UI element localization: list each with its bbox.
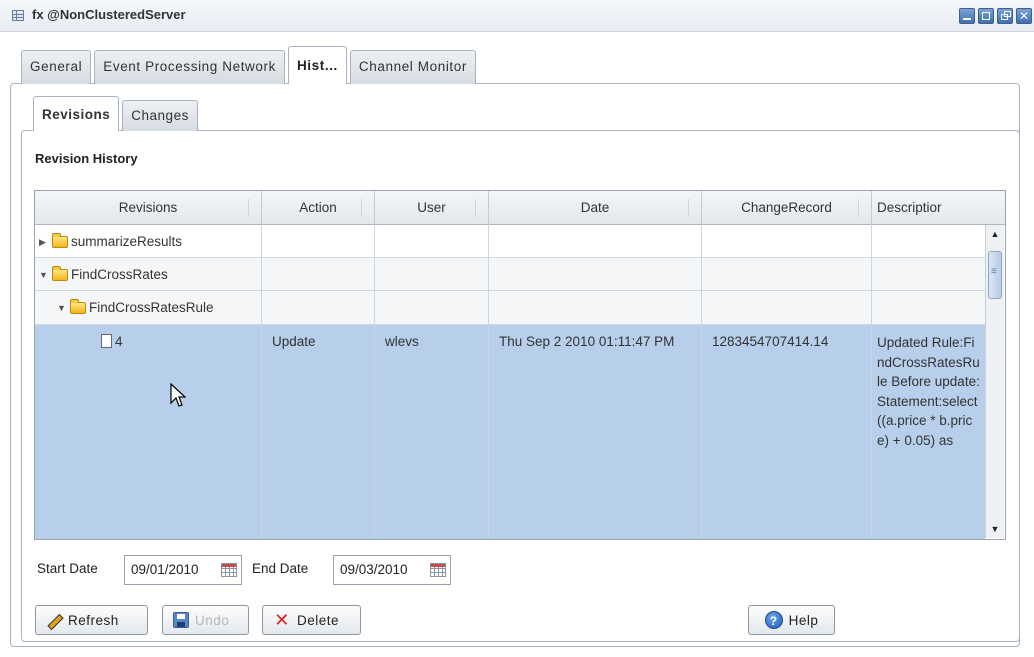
changerecord-cell: 1283454707414.14: [702, 325, 872, 539]
end-date-field[interactable]: 09/03/2010: [333, 555, 451, 585]
delete-button[interactable]: ✕ Delete: [262, 605, 361, 635]
start-date-label: Start Date: [37, 561, 98, 576]
expand-arrow-icon[interactable]: ▶: [39, 233, 49, 251]
table-row[interactable]: ▼ FindCrossRatesRule: [35, 291, 985, 325]
close-button[interactable]: ✕: [1016, 8, 1032, 24]
date-cell: Thu Sep 2 2010 01:11:47 PM: [489, 325, 702, 539]
folder-icon: [52, 265, 68, 281]
collapse-arrow-icon[interactable]: ▼: [39, 266, 49, 284]
grid-icon: [12, 10, 24, 21]
column-header-action[interactable]: Action: [262, 191, 375, 225]
calendar-icon[interactable]: [221, 563, 237, 577]
revision-name: 4: [115, 334, 123, 349]
inner-tab-bar: Revisions Changes: [33, 96, 198, 131]
tab-changes[interactable]: Changes: [122, 100, 198, 131]
window-titlebar: fx @NonClusteredServer ✕: [0, 0, 1034, 32]
action-cell: Update: [262, 325, 375, 539]
undo-button[interactable]: Undo: [162, 605, 249, 635]
tab-revisions[interactable]: Revisions: [33, 96, 120, 131]
column-header-changerecord[interactable]: ChangeRecord: [702, 191, 872, 225]
revision-name: FindCrossRatesRule: [89, 300, 214, 315]
start-date-field[interactable]: 09/01/2010: [124, 555, 242, 585]
mouse-cursor-icon: [170, 383, 186, 407]
column-header-date[interactable]: Date: [489, 191, 702, 225]
window-controls: ✕: [959, 8, 1032, 24]
column-header-description[interactable]: Descriptior: [872, 191, 1005, 225]
description-cell: Updated Rule:FindCrossRatesRule Before u…: [877, 335, 980, 448]
scroll-up-arrow-icon[interactable]: ▲: [987, 226, 1003, 242]
user-cell: wlevs: [375, 325, 489, 539]
end-date-label: End Date: [252, 561, 309, 576]
section-title: Revision History: [35, 151, 138, 166]
help-icon: ?: [764, 611, 783, 629]
restore-button[interactable]: [997, 8, 1013, 24]
refresh-button[interactable]: Refresh: [35, 605, 148, 635]
table-row[interactable]: ▼ FindCrossRates: [35, 258, 985, 291]
top-tab-bar: General Event Processing Network Hist...…: [21, 46, 476, 84]
vertical-scrollbar[interactable]: ▲ ▼: [985, 225, 1004, 538]
scrollbar-thumb[interactable]: [988, 251, 1002, 299]
revision-name: FindCrossRates: [71, 266, 168, 282]
revision-name: summarizeResults: [71, 233, 183, 249]
help-button[interactable]: ? Help: [748, 605, 835, 635]
collapse-arrow-icon[interactable]: ▼: [57, 299, 67, 317]
floppy-icon: [173, 612, 189, 628]
table-row[interactable]: ▶ summarizeResults: [35, 225, 985, 258]
calendar-icon[interactable]: [430, 563, 446, 577]
table-row-selected[interactable]: 4 Update wlevs Thu Sep 2 2010 01:11:47 P…: [35, 325, 985, 539]
revision-table: Revisions Action User Date ChangeRecord …: [34, 190, 1006, 540]
folder-icon: [52, 232, 68, 248]
tab-general[interactable]: General: [21, 50, 92, 84]
column-header-user[interactable]: User: [375, 191, 489, 225]
column-header-revisions[interactable]: Revisions: [35, 191, 262, 225]
x-icon: ✕: [274, 610, 290, 630]
tab-channel-monitor[interactable]: Channel Monitor: [349, 50, 476, 84]
pencil-icon: [46, 612, 62, 628]
document-icon: [101, 334, 112, 348]
table-header: Revisions Action User Date ChangeRecord …: [35, 191, 1005, 225]
tab-history[interactable]: Hist...: [287, 46, 347, 84]
window-title: fx @NonClusteredServer: [32, 7, 186, 22]
maximize-button[interactable]: [978, 8, 994, 24]
minimize-button[interactable]: [959, 8, 975, 24]
scroll-down-arrow-icon[interactable]: ▼: [987, 521, 1003, 537]
tab-event-processing-network[interactable]: Event Processing Network: [94, 50, 285, 84]
folder-icon: [70, 299, 86, 314]
